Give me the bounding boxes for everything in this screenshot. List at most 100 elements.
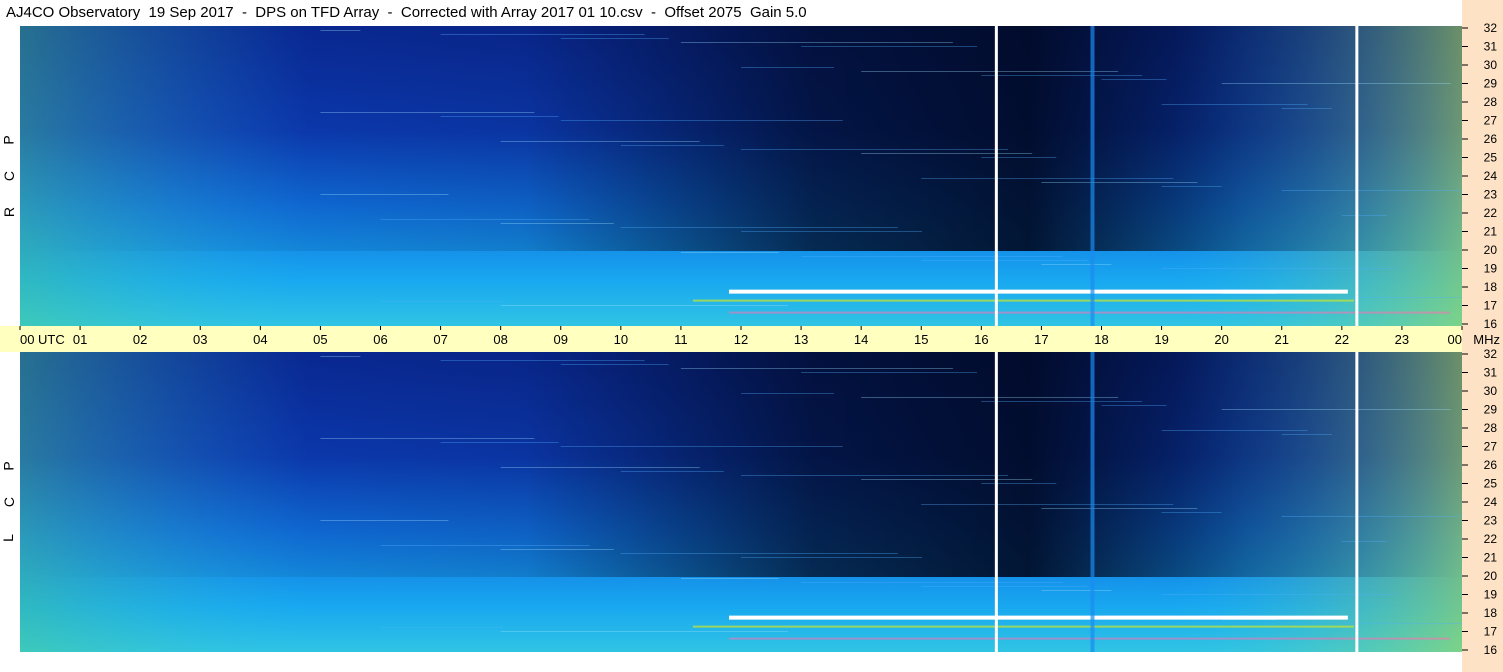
rcp-streak xyxy=(1041,182,1198,183)
lcp-streak xyxy=(741,393,834,394)
utc-tick-label: 11 xyxy=(674,332,688,347)
lcp-vertical-stripe xyxy=(1090,352,1095,652)
mhz-tick-label: 32 xyxy=(1484,21,1498,35)
rcp-streak xyxy=(380,219,590,220)
rcp-streak xyxy=(921,260,1088,261)
mhz-tick-label: 24 xyxy=(1484,169,1498,183)
utc-tick-label: 19 xyxy=(1154,332,1168,347)
utc-tick-label: 18 xyxy=(1094,332,1108,347)
lcp-streak xyxy=(1101,405,1167,406)
mhz-tick-label: 29 xyxy=(1484,403,1498,417)
rcp-time-marker xyxy=(1355,26,1359,326)
mhz-tick-label: 16 xyxy=(1484,643,1498,657)
rcp-streak xyxy=(1161,268,1396,269)
utc-tick-label: 15 xyxy=(914,332,928,347)
mhz-tick-label: 32 xyxy=(1484,347,1498,361)
lcp-streak xyxy=(380,545,590,546)
rcp-dark-region xyxy=(20,26,1462,251)
rcp-streak xyxy=(560,120,843,121)
rcp-vertical-stripe xyxy=(1090,26,1095,326)
lcp-streak xyxy=(1161,594,1396,595)
utc-tick-label: 12 xyxy=(734,332,748,347)
rcp-streak xyxy=(680,252,779,253)
lcp-streak xyxy=(320,438,535,439)
rcp-streak xyxy=(861,71,1119,72)
utc-tick-label: 14 xyxy=(854,332,868,347)
mhz-tick-label: 21 xyxy=(1484,551,1498,565)
utc-tick-label: 01 xyxy=(73,332,87,347)
mhz-tick-label: 25 xyxy=(1484,477,1498,491)
utc-tick-label: 02 xyxy=(133,332,147,347)
mhz-tick-label: 17 xyxy=(1484,625,1498,639)
mhz-tick-label: 26 xyxy=(1484,132,1498,146)
mhz-tick-label: 29 xyxy=(1484,77,1498,91)
lcp-streak xyxy=(921,504,1174,505)
utc-tick-label: 17 xyxy=(1034,332,1048,347)
rcp-streak xyxy=(921,178,1174,179)
lcp-dark-region xyxy=(20,352,1462,577)
lcp-streak xyxy=(440,360,645,361)
mhz-tick-label: 16 xyxy=(1484,317,1498,331)
lcp-streak xyxy=(500,467,700,468)
rcp-streak xyxy=(320,194,449,195)
utc-tick-label: 20 xyxy=(1214,332,1228,347)
lcp-streak xyxy=(620,553,898,554)
lcp-streak xyxy=(981,401,1143,402)
utc-tick-label: 21 xyxy=(1275,332,1289,347)
mhz-tick-label: 25 xyxy=(1484,151,1498,165)
mhz-tick-label: 31 xyxy=(1484,40,1498,54)
rcp-streak xyxy=(801,256,1064,257)
lcp-streak xyxy=(560,446,843,447)
rcp-streak xyxy=(500,141,700,142)
rcp-streak xyxy=(620,145,724,146)
lcp-streak xyxy=(380,627,504,628)
rcp-streak xyxy=(981,75,1143,76)
rcp-time-marker xyxy=(994,26,998,326)
utc-tick-label: 05 xyxy=(313,332,327,347)
mhz-tick-label: 19 xyxy=(1484,588,1498,602)
rcp-streak xyxy=(320,30,361,31)
mhz-tick-label: 20 xyxy=(1484,569,1498,583)
rcp-streak xyxy=(320,112,535,113)
utc-tick-label: 07 xyxy=(433,332,447,347)
rcp-streak xyxy=(440,116,559,117)
utc-tick-label: 04 xyxy=(253,332,267,347)
mhz-tick-label: 18 xyxy=(1484,606,1498,620)
utc-tick-label: 03 xyxy=(193,332,207,347)
mhz-tick-label: 22 xyxy=(1484,532,1498,546)
lcp-harmonic-band xyxy=(692,625,1354,628)
lcp-streak xyxy=(440,442,559,443)
lcp-streak xyxy=(680,368,953,369)
utc-tick-label: 10 xyxy=(614,332,628,347)
lcp-streak xyxy=(620,471,724,472)
lcp-streak xyxy=(500,549,614,550)
lcp-streak xyxy=(320,356,361,357)
mhz-tick-label: 23 xyxy=(1484,514,1498,528)
rcp-panel xyxy=(20,26,1462,326)
rcp-streak xyxy=(801,46,978,47)
utc-tick-label: 13 xyxy=(794,332,808,347)
lcp-streak xyxy=(801,372,978,373)
mhz-tick-label: 30 xyxy=(1484,58,1498,72)
lcp-streak xyxy=(1221,409,1451,410)
rcp-streak xyxy=(1161,186,1222,187)
spectrogram-chart: 00 01 02 03 04 05 06 07 08 09 10 11 12 13 14 15 16 17 18 19… xyxy=(19,21,1500,657)
mhz-tick-label: 28 xyxy=(1484,95,1498,109)
mhz-tick-label: 28 xyxy=(1484,421,1498,435)
mhz-tick-label: 22 xyxy=(1484,206,1498,220)
mhz-tick-label: 18 xyxy=(1484,280,1498,294)
rcp-streak xyxy=(1281,108,1332,109)
rcp-streak xyxy=(1341,297,1462,298)
mhz-tick-label: 26 xyxy=(1484,458,1498,472)
lcp-streak xyxy=(1041,590,1112,591)
rcp-streak xyxy=(741,231,922,232)
rcp-streak xyxy=(680,42,953,43)
utc-unit-label: UTC xyxy=(38,332,65,347)
lcp-streak xyxy=(1041,508,1198,509)
rcp-streak xyxy=(1161,104,1308,105)
utc-tick-label: 06 xyxy=(373,332,387,347)
lcp-streak xyxy=(1281,516,1462,517)
lcp-time-marker xyxy=(1355,352,1359,652)
rcp-streak xyxy=(500,223,614,224)
rcp-streak xyxy=(1281,190,1462,191)
